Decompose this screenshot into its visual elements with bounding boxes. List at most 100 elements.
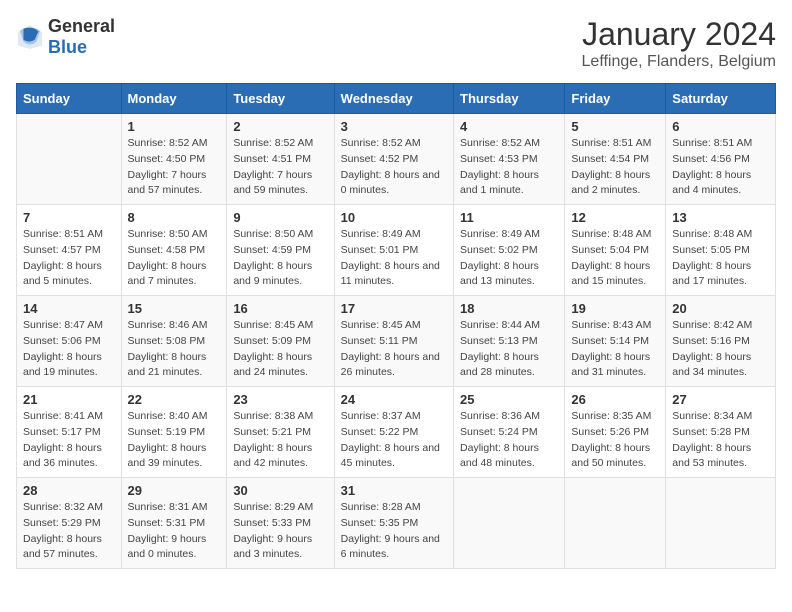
calendar-day-cell: 13Sunrise: 8:48 AMSunset: 5:05 PMDayligh… (666, 205, 776, 296)
day-number: 2 (233, 119, 327, 134)
weekday-header: Tuesday (227, 84, 334, 114)
day-number: 11 (460, 210, 558, 225)
day-number: 23 (233, 392, 327, 407)
day-details: Sunrise: 8:47 AMSunset: 5:06 PMDaylight:… (23, 318, 115, 381)
day-number: 26 (571, 392, 659, 407)
logo-icon (16, 23, 44, 51)
day-details: Sunrise: 8:45 AMSunset: 5:11 PMDaylight:… (341, 318, 447, 381)
day-number: 6 (672, 119, 769, 134)
day-number: 3 (341, 119, 447, 134)
day-details: Sunrise: 8:29 AMSunset: 5:33 PMDaylight:… (233, 500, 327, 563)
calendar-day-cell: 28Sunrise: 8:32 AMSunset: 5:29 PMDayligh… (17, 478, 122, 569)
weekday-header: Monday (121, 84, 227, 114)
calendar-day-cell: 25Sunrise: 8:36 AMSunset: 5:24 PMDayligh… (454, 387, 565, 478)
day-details: Sunrise: 8:44 AMSunset: 5:13 PMDaylight:… (460, 318, 558, 381)
month-title: January 2024 (582, 16, 776, 53)
calendar-day-cell: 27 Sunrise: 8:34 AMSunset: 5:28 PMDayligh… (666, 387, 776, 478)
calendar-day-cell: 16Sunrise: 8:45 AMSunset: 5:09 PMDayligh… (227, 296, 334, 387)
day-details: Sunrise: 8:49 AMSunset: 5:01 PMDaylight:… (341, 227, 447, 290)
calendar-day-cell: 20 Sunrise: 8:42 AMSunset: 5:16 PMDayligh… (666, 296, 776, 387)
day-number: 12 (571, 210, 659, 225)
day-details: Sunrise: 8:51 AMSunset: 4:54 PMDaylight:… (571, 136, 659, 199)
calendar-day-cell: 23 Sunrise: 8:38 AMSunset: 5:21 PMDayligh… (227, 387, 334, 478)
calendar-day-cell: 24 Sunrise: 8:37 AMSunset: 5:22 PMDayligh… (334, 387, 453, 478)
calendar-week-row: 28Sunrise: 8:32 AMSunset: 5:29 PMDayligh… (17, 478, 776, 569)
title-block: January 2024 Leffinge, Flanders, Belgium (582, 16, 776, 71)
day-number: 15 (128, 301, 221, 316)
day-details: Sunrise: 8:34 AMSunset: 5:28 PMDaylight:… (672, 409, 769, 472)
day-number: 4 (460, 119, 558, 134)
calendar-week-row: 1 Sunrise: 8:52 AMSunset: 4:50 PMDaylight… (17, 114, 776, 205)
calendar-header-row: SundayMondayTuesdayWednesdayThursdayFrid… (17, 84, 776, 114)
day-details: Sunrise: 8:35 AMSunset: 5:26 PMDaylight:… (571, 409, 659, 472)
calendar-day-cell: 21 Sunrise: 8:41 AMSunset: 5:17 PMDayligh… (17, 387, 122, 478)
calendar-day-cell: 6 Sunrise: 8:51 AMSunset: 4:56 PMDaylight… (666, 114, 776, 205)
day-number: 29 (128, 483, 221, 498)
day-number: 16 (233, 301, 327, 316)
day-number: 25 (460, 392, 558, 407)
calendar-week-row: 7Sunrise: 8:51 AMSunset: 4:57 PMDaylight… (17, 205, 776, 296)
day-number: 21 (23, 392, 115, 407)
logo: General Blue (16, 16, 115, 58)
day-number: 17 (341, 301, 447, 316)
day-details: Sunrise: 8:37 AMSunset: 5:22 PMDaylight:… (341, 409, 447, 472)
day-details: Sunrise: 8:48 AMSunset: 5:05 PMDaylight:… (672, 227, 769, 290)
day-details: Sunrise: 8:50 AMSunset: 4:58 PMDaylight:… (128, 227, 221, 290)
calendar-day-cell: 9Sunrise: 8:50 AMSunset: 4:59 PMDaylight… (227, 205, 334, 296)
weekday-header: Sunday (17, 84, 122, 114)
calendar-day-cell: 30 Sunrise: 8:29 AMSunset: 5:33 PMDayligh… (227, 478, 334, 569)
calendar-day-cell: 14Sunrise: 8:47 AMSunset: 5:06 PMDayligh… (17, 296, 122, 387)
day-number: 24 (341, 392, 447, 407)
day-number: 27 (672, 392, 769, 407)
weekday-header: Thursday (454, 84, 565, 114)
day-details: Sunrise: 8:31 AMSunset: 5:31 PMDaylight:… (128, 500, 221, 563)
day-details: Sunrise: 8:51 AMSunset: 4:56 PMDaylight:… (672, 136, 769, 199)
day-number: 20 (672, 301, 769, 316)
calendar-day-cell: 22 Sunrise: 8:40 AMSunset: 5:19 PMDayligh… (121, 387, 227, 478)
day-details: Sunrise: 8:43 AMSunset: 5:14 PMDaylight:… (571, 318, 659, 381)
day-details: Sunrise: 8:52 AMSunset: 4:50 PMDaylight:… (128, 136, 221, 199)
calendar-day-cell: 31Sunrise: 8:28 AMSunset: 5:35 PMDayligh… (334, 478, 453, 569)
day-details: Sunrise: 8:38 AMSunset: 5:21 PMDaylight:… (233, 409, 327, 472)
day-details: Sunrise: 8:40 AMSunset: 5:19 PMDaylight:… (128, 409, 221, 472)
day-number: 7 (23, 210, 115, 225)
day-details: Sunrise: 8:52 AMSunset: 4:52 PMDaylight:… (341, 136, 447, 199)
calendar-day-cell: 7Sunrise: 8:51 AMSunset: 4:57 PMDaylight… (17, 205, 122, 296)
day-number: 19 (571, 301, 659, 316)
calendar-day-cell: 18 Sunrise: 8:44 AMSunset: 5:13 PMDayligh… (454, 296, 565, 387)
day-number: 1 (128, 119, 221, 134)
day-number: 9 (233, 210, 327, 225)
day-number: 10 (341, 210, 447, 225)
calendar-day-cell: 12 Sunrise: 8:48 AMSunset: 5:04 PMDayligh… (565, 205, 666, 296)
calendar-day-cell: 15 Sunrise: 8:46 AMSunset: 5:08 PMDayligh… (121, 296, 227, 387)
calendar-day-cell: 11 Sunrise: 8:49 AMSunset: 5:02 PMDayligh… (454, 205, 565, 296)
logo-text: General Blue (48, 16, 115, 58)
day-details: Sunrise: 8:46 AMSunset: 5:08 PMDaylight:… (128, 318, 221, 381)
calendar-day-cell: 1 Sunrise: 8:52 AMSunset: 4:50 PMDaylight… (121, 114, 227, 205)
day-number: 18 (460, 301, 558, 316)
logo-general: General (48, 16, 115, 36)
calendar-week-row: 21 Sunrise: 8:41 AMSunset: 5:17 PMDayligh… (17, 387, 776, 478)
day-details: Sunrise: 8:32 AMSunset: 5:29 PMDaylight:… (23, 500, 115, 563)
calendar-day-cell: 5Sunrise: 8:51 AMSunset: 4:54 PMDaylight… (565, 114, 666, 205)
logo-blue: Blue (48, 37, 87, 57)
calendar-day-cell: 8Sunrise: 8:50 AMSunset: 4:58 PMDaylight… (121, 205, 227, 296)
calendar-day-cell: 29 Sunrise: 8:31 AMSunset: 5:31 PMDayligh… (121, 478, 227, 569)
day-details: Sunrise: 8:41 AMSunset: 5:17 PMDaylight:… (23, 409, 115, 472)
day-details: Sunrise: 8:52 AMSunset: 4:51 PMDaylight:… (233, 136, 327, 199)
day-details: Sunrise: 8:52 AMSunset: 4:53 PMDaylight:… (460, 136, 558, 199)
calendar-day-cell (17, 114, 122, 205)
weekday-header: Wednesday (334, 84, 453, 114)
calendar-day-cell (666, 478, 776, 569)
day-number: 22 (128, 392, 221, 407)
day-number: 31 (341, 483, 447, 498)
calendar-table: SundayMondayTuesdayWednesdayThursdayFrid… (16, 83, 776, 569)
day-details: Sunrise: 8:42 AMSunset: 5:16 PMDaylight:… (672, 318, 769, 381)
day-number: 30 (233, 483, 327, 498)
day-details: Sunrise: 8:48 AMSunset: 5:04 PMDaylight:… (571, 227, 659, 290)
weekday-header: Saturday (666, 84, 776, 114)
day-details: Sunrise: 8:49 AMSunset: 5:02 PMDaylight:… (460, 227, 558, 290)
weekday-header: Friday (565, 84, 666, 114)
calendar-day-cell: 26 Sunrise: 8:35 AMSunset: 5:26 PMDayligh… (565, 387, 666, 478)
calendar-day-cell: 17 Sunrise: 8:45 AMSunset: 5:11 PMDayligh… (334, 296, 453, 387)
